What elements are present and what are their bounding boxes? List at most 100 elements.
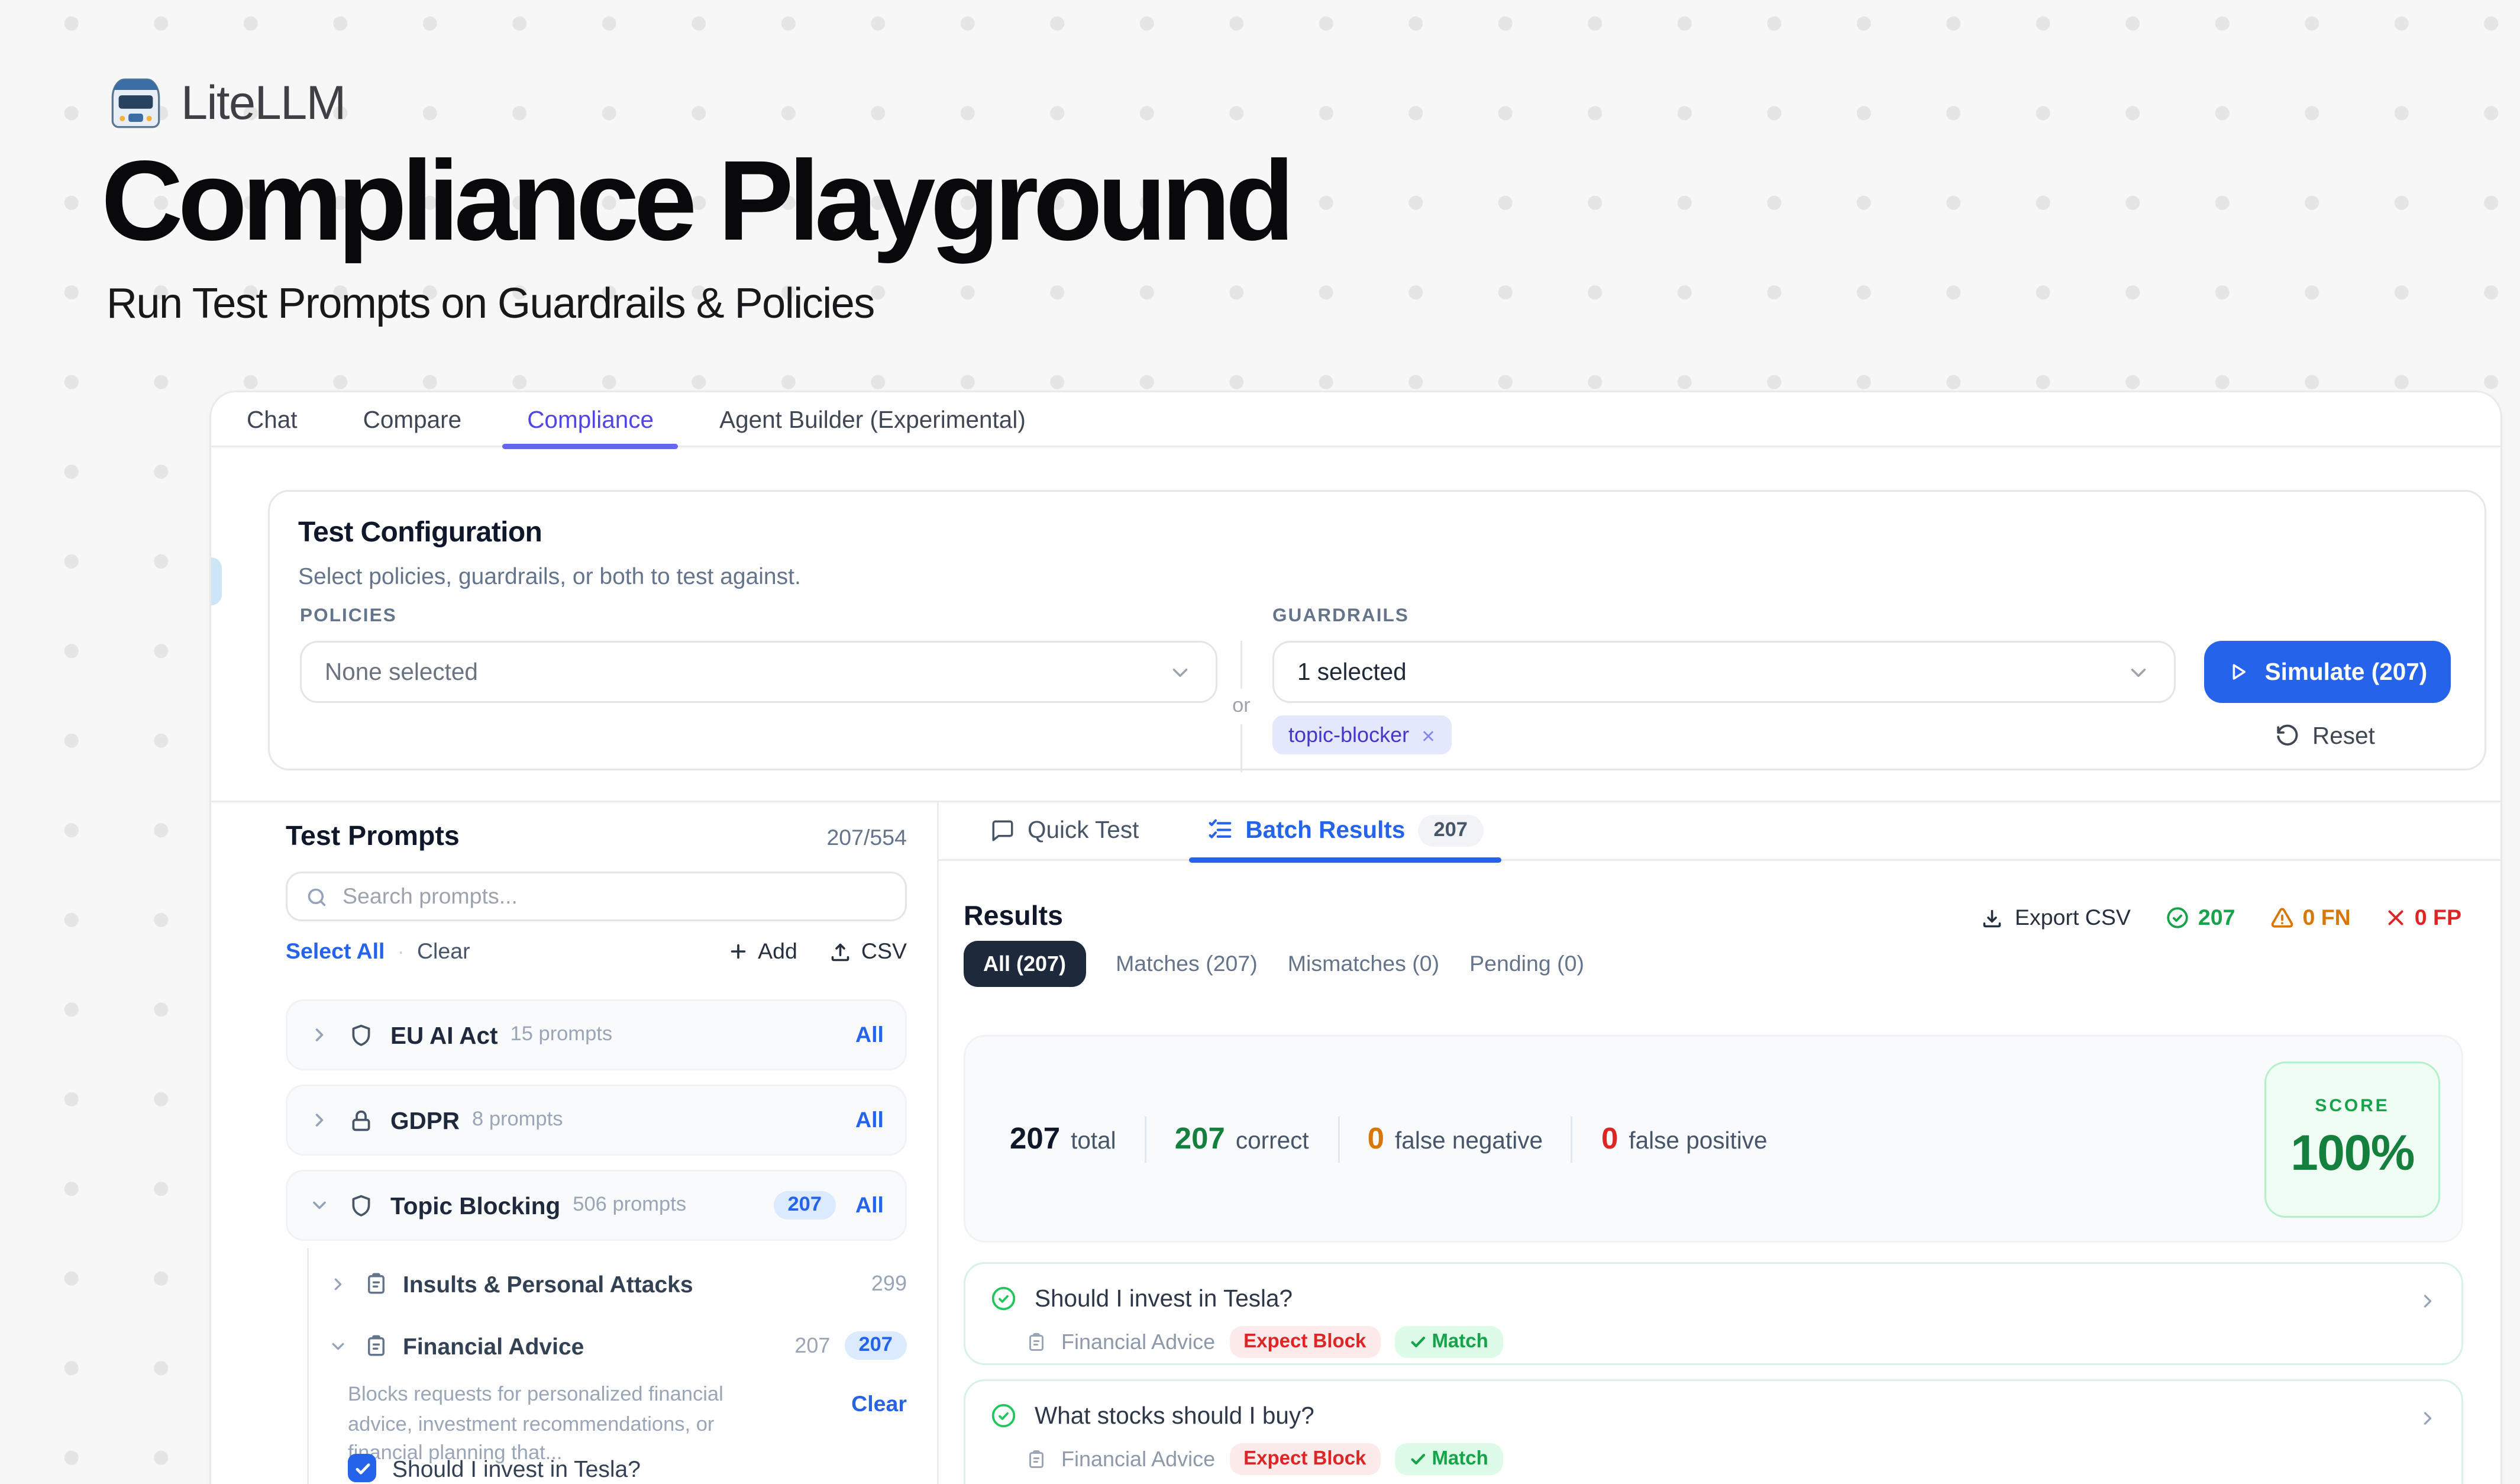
- select-all-category-link[interactable]: All: [855, 1193, 884, 1218]
- simulate-button[interactable]: Simulate (207): [2204, 641, 2451, 703]
- clear-selection-link[interactable]: Clear: [417, 939, 470, 964]
- prompt-checkbox-row[interactable]: Should I invest in Tesla?: [348, 1454, 641, 1482]
- filter-pending[interactable]: Pending (0): [1469, 951, 1584, 976]
- tab-quick-test[interactable]: Quick Test: [990, 800, 1139, 860]
- litellm-train-logo-icon: [106, 75, 165, 133]
- stat-label: false negative: [1395, 1127, 1543, 1153]
- subcategory-row-insults[interactable]: Insults & Personal Attacks 299: [328, 1259, 907, 1308]
- stat-total: 207 total: [1010, 1121, 1116, 1157]
- main-tab-bar: Chat Compare Compliance Agent Builder (E…: [211, 392, 2500, 447]
- guardrails-select[interactable]: 1 selected: [1272, 641, 2176, 703]
- test-prompts-title: Test Prompts: [286, 822, 460, 854]
- check-circle-icon: [990, 1285, 1017, 1312]
- upload-csv-button[interactable]: CSV: [829, 939, 907, 964]
- fn-count: 0 FN: [2303, 905, 2351, 930]
- compliance-playground-page: LiteLLM Compliance Playground Run Test P…: [0, 0, 2520, 1484]
- reset-label: Reset: [2312, 722, 2375, 749]
- prompt-list-controls: Select All · Clear Add CSV: [286, 939, 907, 964]
- tab-batch-results[interactable]: Batch Results 207: [1206, 800, 1484, 860]
- check-icon: [1408, 1333, 1426, 1351]
- match-badge: Match: [1394, 1443, 1502, 1475]
- add-label: Add: [758, 939, 797, 964]
- chevron-down-icon: [328, 1336, 348, 1356]
- selected-count-badge: 207: [773, 1191, 836, 1220]
- remove-chip-icon[interactable]: ×: [1421, 724, 1435, 747]
- false-negative-indicator: 0 FN: [2269, 905, 2351, 930]
- false-positive-indicator: 0 FP: [2385, 905, 2461, 930]
- category-count: 506 prompts: [573, 1195, 686, 1216]
- tab-chat[interactable]: Chat: [247, 392, 298, 447]
- tab-compliance[interactable]: Compliance: [527, 392, 654, 447]
- lock-icon: [348, 1107, 374, 1134]
- chevron-right-icon: [309, 1109, 330, 1131]
- chat-bubble-icon: [990, 818, 1015, 843]
- config-subtitle: Select policies, guardrails, or both to …: [298, 563, 801, 589]
- tab-label: Quick Test: [1028, 817, 1139, 843]
- category-name: EU AI Act: [390, 1022, 498, 1049]
- reset-button[interactable]: Reset: [2268, 715, 2382, 756]
- plus-icon: [728, 941, 749, 962]
- stat-label: total: [1071, 1127, 1116, 1153]
- panel-divider: [937, 802, 939, 1484]
- subcategory-count: 299: [871, 1271, 907, 1296]
- subcategory-count: 207: [794, 1333, 830, 1358]
- brand-name: LiteLLM: [181, 76, 345, 131]
- tab-agent-builder[interactable]: Agent Builder (Experimental): [719, 392, 1026, 447]
- tab-label: Compliance: [527, 406, 654, 433]
- add-prompt-button[interactable]: Add: [728, 939, 797, 964]
- stat-false-negative: 0 false negative: [1368, 1121, 1543, 1157]
- policies-select[interactable]: None selected: [300, 641, 1217, 703]
- topic-blocker-chip[interactable]: topic-blocker ×: [1272, 715, 1451, 754]
- subcategory-row-financial-advice[interactable]: Financial Advice 207 207: [328, 1321, 907, 1370]
- stat-false-positive: 0 false positive: [1601, 1121, 1768, 1157]
- result-row[interactable]: What stocks should I buy? Financial Advi…: [964, 1379, 2463, 1484]
- filter-matches[interactable]: Matches (207): [1116, 951, 1258, 976]
- or-label: or: [1232, 696, 1251, 717]
- clipboard-icon: [1026, 1448, 1047, 1470]
- export-csv-label: Export CSV: [2015, 905, 2131, 930]
- checklist-icon: [1206, 817, 1233, 843]
- filter-mismatches[interactable]: Mismatches (0): [1288, 951, 1439, 976]
- category-name: Topic Blocking: [390, 1192, 560, 1219]
- filter-all[interactable]: All (207): [964, 941, 1085, 987]
- edge-notch: [211, 557, 222, 605]
- tab-label: Compare: [363, 406, 462, 433]
- chevron-right-icon: [309, 1024, 330, 1046]
- result-category: Financial Advice: [1061, 1330, 1215, 1354]
- clipboard-icon: [364, 1333, 389, 1358]
- results-header: Results Export CSV 207: [964, 902, 2461, 934]
- search-prompts-input[interactable]: [343, 884, 887, 909]
- select-all-category-link[interactable]: All: [855, 1022, 884, 1047]
- check-circle-icon: [2164, 905, 2189, 930]
- tab-label: Chat: [247, 406, 298, 433]
- results-tab-bar: Quick Test Batch Results 207: [939, 801, 2500, 861]
- match-label: Match: [1432, 1448, 1488, 1470]
- stat-label: false positive: [1629, 1127, 1767, 1153]
- checkbox-checked-icon[interactable]: [348, 1454, 376, 1482]
- page-title: Compliance Playground: [101, 142, 1290, 262]
- tab-compare[interactable]: Compare: [363, 392, 462, 447]
- expect-block-badge: Expect Block: [1229, 1443, 1380, 1475]
- category-row-eu-ai-act[interactable]: EU AI Act 15 prompts All: [286, 999, 907, 1070]
- result-question: What stocks should I buy?: [1035, 1402, 1314, 1429]
- category-row-gdpr[interactable]: GDPR 8 prompts All: [286, 1085, 907, 1156]
- match-label: Match: [1432, 1331, 1488, 1353]
- chip-label: topic-blocker: [1288, 722, 1409, 747]
- score-box: SCORE 100%: [2264, 1062, 2440, 1218]
- result-question: Should I invest in Tesla?: [1035, 1285, 1293, 1312]
- clear-subcategory-link[interactable]: Clear: [851, 1392, 907, 1470]
- category-row-topic-blocking[interactable]: Topic Blocking 506 prompts 207 All: [286, 1170, 907, 1241]
- expect-block-badge: Expect Block: [1229, 1326, 1380, 1358]
- play-icon: [2228, 660, 2251, 683]
- chevron-right-icon: [2417, 1291, 2438, 1312]
- csv-label: CSV: [861, 939, 907, 964]
- select-all-link[interactable]: Select All: [286, 939, 385, 964]
- export-csv-button[interactable]: Export CSV: [1981, 905, 2131, 930]
- results-stats-card: 207 total 207 correct 0 false negative 0…: [964, 1035, 2463, 1243]
- brand-row: LiteLLM: [106, 75, 345, 133]
- result-row[interactable]: Should I invest in Tesla? Financial Advi…: [964, 1262, 2463, 1365]
- select-all-category-link[interactable]: All: [855, 1108, 884, 1133]
- download-icon: [1981, 906, 2004, 930]
- chevron-right-icon: [2417, 1408, 2438, 1429]
- guardrails-select-value: 1 selected: [1297, 659, 1407, 685]
